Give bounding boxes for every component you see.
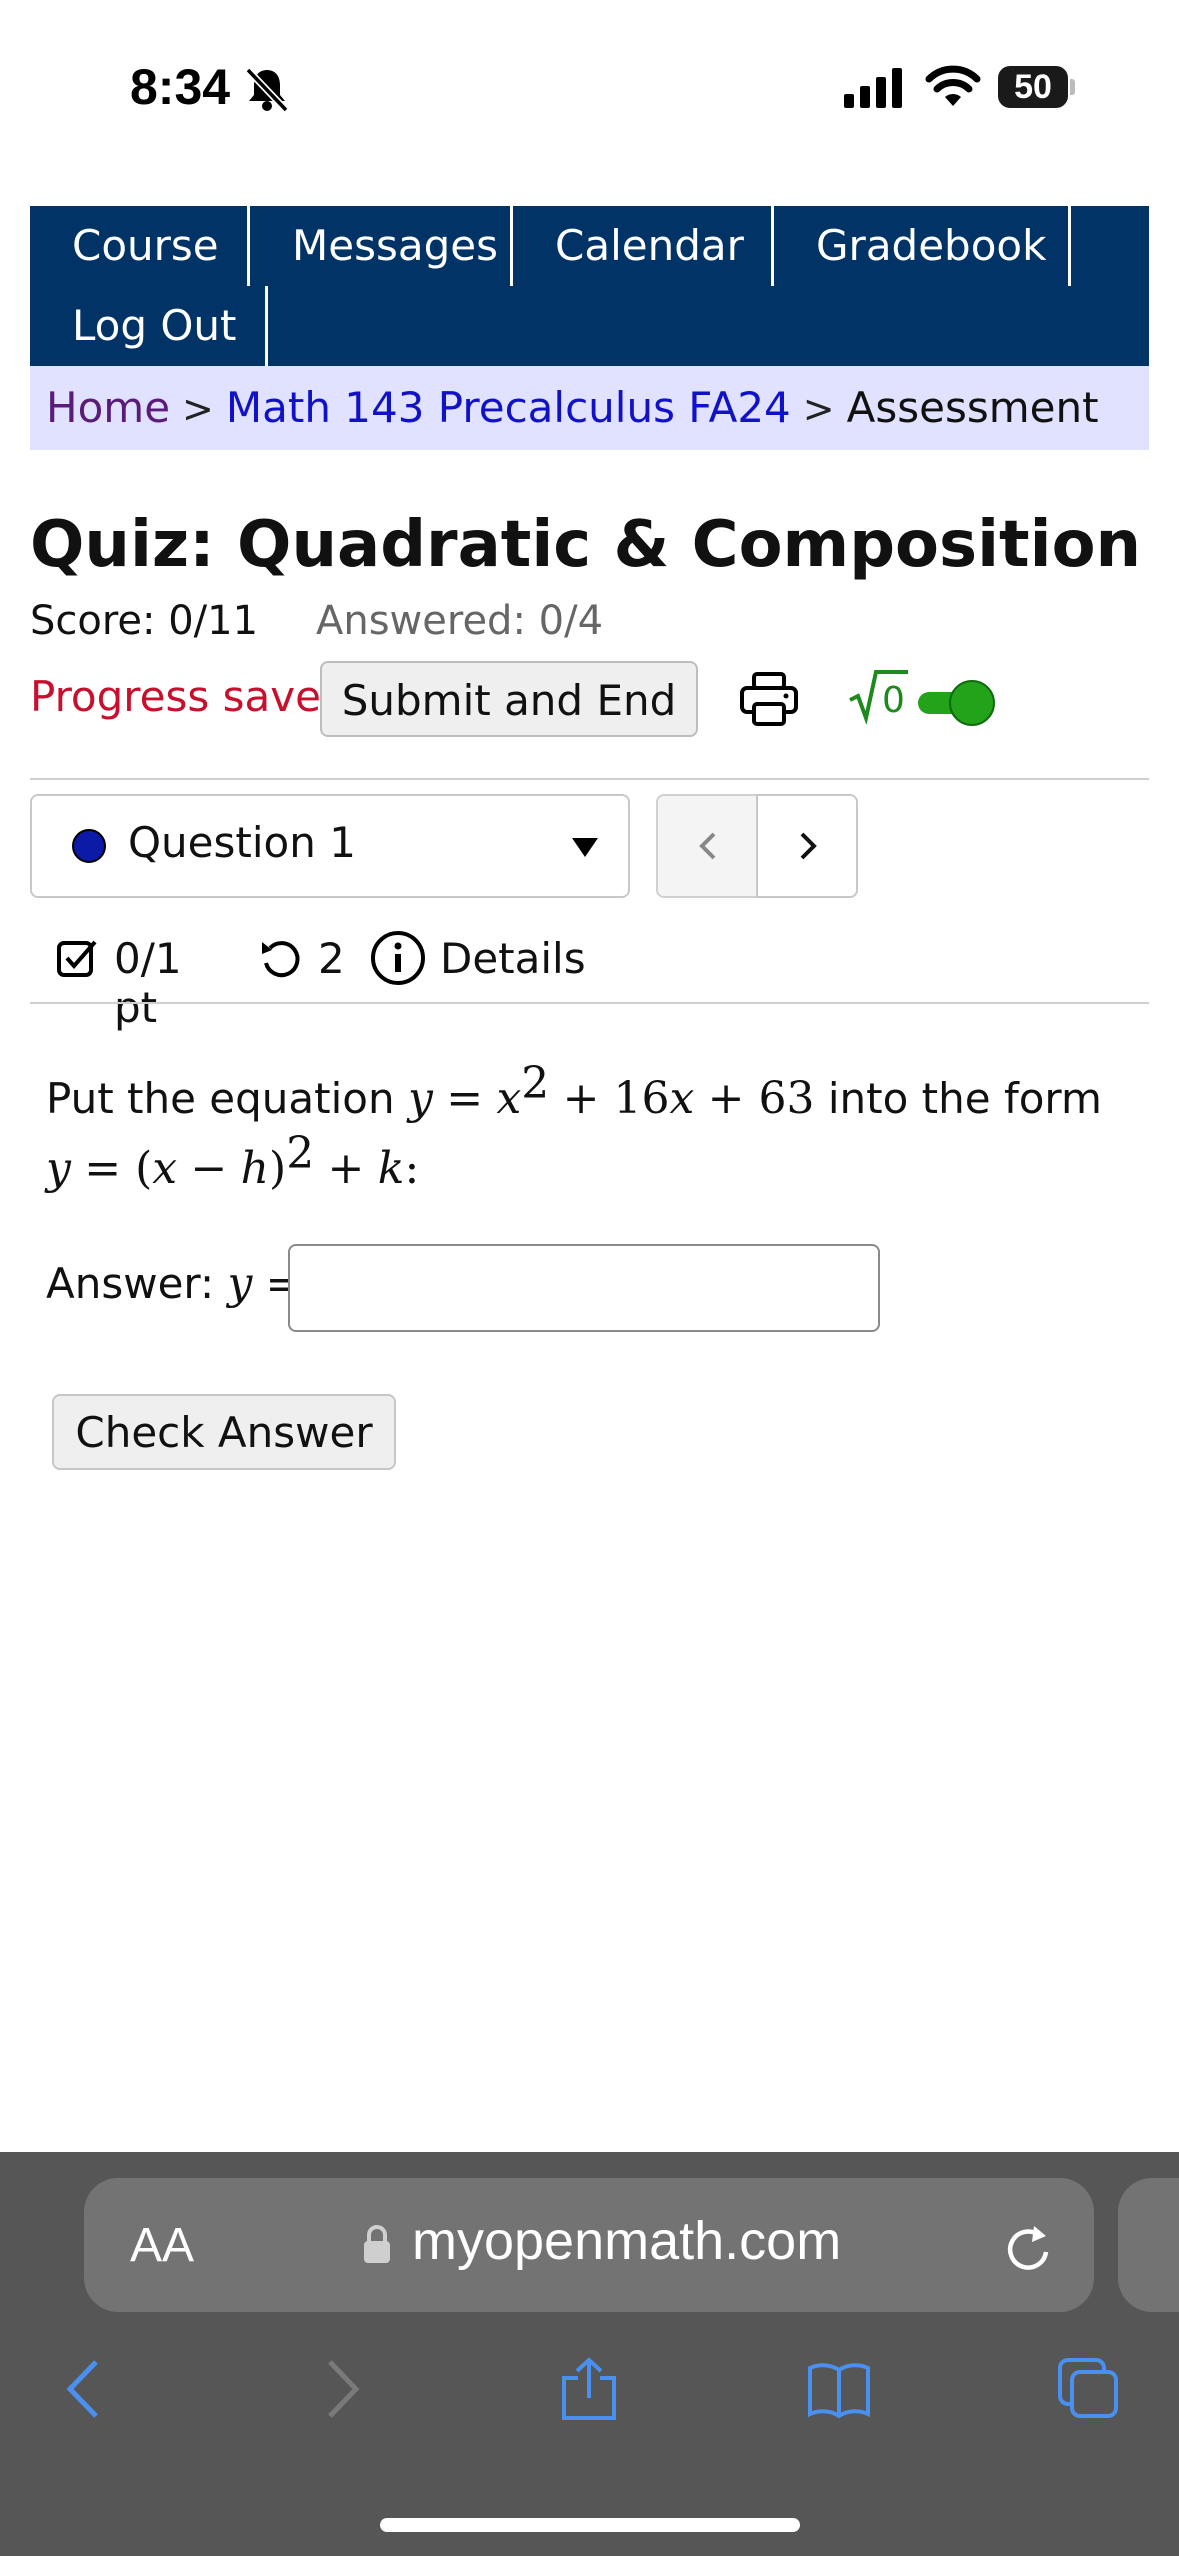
back-icon[interactable] [52, 2356, 118, 2422]
next-question-button[interactable] [756, 794, 858, 898]
breadcrumb: Home > Math 143 Precalculus FA24 > Assessmen… [30, 366, 1149, 450]
unanswered-dot-icon [72, 829, 106, 863]
question-text-suffix: into the form [827, 1074, 1102, 1123]
wifi-icon [925, 65, 981, 106]
nav-messages[interactable]: Messages [250, 206, 513, 286]
nav-gradebook[interactable]: Gradebook [774, 206, 1071, 286]
bell-slash-icon [245, 67, 289, 113]
divider [30, 778, 1149, 780]
forward-icon[interactable] [308, 2356, 374, 2422]
page-title: Quiz: Quadratic & Composition [30, 508, 1142, 582]
lock-icon [364, 2225, 390, 2263]
breadcrumb-current: Assessment [846, 383, 1099, 432]
score-text: Score: 0/11 [30, 598, 259, 644]
main-nav: Course Messages Calendar Gradebook Log O… [30, 206, 1149, 366]
status-time: 8:34 [130, 59, 231, 115]
url-text[interactable]: myopenmath.com [412, 2210, 841, 2272]
question-text-line2: y = (x − h)2 + k: [46, 1128, 420, 1194]
printer-icon[interactable] [738, 668, 800, 730]
question-text-prefix: Put the equation [46, 1074, 395, 1123]
math-entry-icon[interactable]: 0 [848, 666, 910, 724]
breadcrumb-course[interactable]: Math 143 Precalculus FA24 [226, 383, 791, 432]
points-text: 0/1 pt [114, 934, 182, 1032]
details-link[interactable]: Details [440, 934, 586, 983]
retry-icon [262, 941, 300, 978]
chevron-right-icon [800, 832, 817, 860]
answer-label: Answer: y = [46, 1258, 301, 1309]
nav-course[interactable]: Course [30, 206, 250, 286]
nav-calendar[interactable]: Calendar [513, 206, 774, 286]
breadcrumb-separator: > [802, 387, 835, 431]
progress-status: Progress saved [30, 672, 348, 721]
battery-indicator: 50 [998, 66, 1076, 108]
check-answer-button[interactable]: Check Answer [52, 1394, 396, 1470]
tabs-icon[interactable] [1056, 2356, 1122, 2422]
text-size-button[interactable]: AA [130, 2218, 194, 2273]
bookmarks-icon[interactable] [806, 2356, 872, 2422]
math-toggle-switch[interactable] [916, 678, 996, 728]
answered-count: Answered: 0/4 [316, 598, 604, 644]
answer-input[interactable] [288, 1244, 880, 1332]
battery-tip [1070, 79, 1075, 95]
reload-icon[interactable] [1000, 2222, 1056, 2278]
math-entry-symbol: 0 [882, 680, 905, 721]
question-select[interactable]: Question 1 [30, 794, 630, 898]
info-icon[interactable] [370, 930, 426, 986]
previous-question-button[interactable] [656, 794, 758, 898]
dropdown-caret-icon [572, 838, 598, 857]
submit-and-end-button[interactable]: Submit and End [320, 661, 698, 737]
chevron-left-icon [699, 832, 716, 860]
battery-level: 50 [998, 66, 1068, 108]
breadcrumb-home[interactable]: Home [46, 383, 170, 432]
divider [30, 1002, 1149, 1004]
nav-logout[interactable]: Log Out [30, 286, 268, 366]
selected-question-label: Question 1 [128, 818, 356, 867]
next-tab-preview[interactable] [1118, 2178, 1179, 2312]
home-indicator [380, 2518, 800, 2532]
breadcrumb-separator: > [182, 387, 214, 431]
share-icon[interactable] [556, 2356, 622, 2422]
cellular-signal-icon [844, 68, 902, 108]
retries-count: 2 [318, 934, 345, 983]
checkbox-icon [57, 940, 97, 977]
question-text-line1: Put the equation y = x2 + 16x + 63 into … [46, 1058, 1102, 1124]
